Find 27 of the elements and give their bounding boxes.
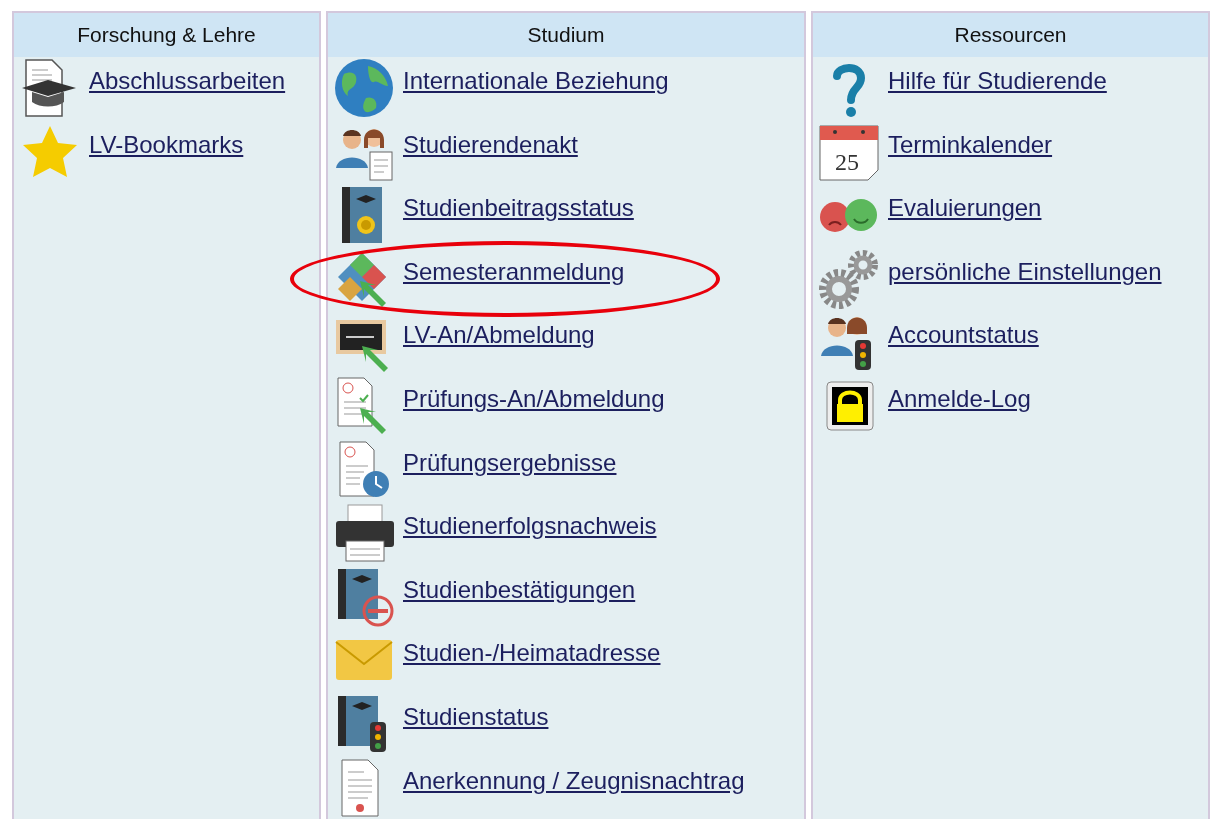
menu-link[interactable]: Hilfe für Studierende (888, 57, 1107, 95)
menu-link[interactable]: Studierendenakt (403, 120, 578, 159)
globe-icon (334, 58, 394, 118)
menu-link[interactable]: persönliche Einstellungen (888, 247, 1162, 286)
menu-link[interactable]: LV-Bookmarks (89, 120, 244, 159)
menu-link[interactable]: Abschlussarbeiten (89, 57, 286, 95)
menu-link[interactable]: Studien-/Heimatadresse (403, 629, 661, 668)
menu-link[interactable]: Evaluierungen (888, 184, 1042, 223)
menu-link[interactable]: Studienbestätigungen (403, 565, 636, 604)
menu-link[interactable]: Accountstatus (888, 311, 1039, 350)
printer-icon (334, 503, 394, 564)
menu-link[interactable]: Studienbeitragsstatus (403, 184, 634, 223)
column-header: Forschung & Lehre (14, 13, 319, 57)
menu-link[interactable]: Anmelde-Log (888, 374, 1031, 413)
column-header: Studium (328, 13, 804, 57)
column-header: Ressourcen (813, 13, 1208, 57)
menu-link[interactable]: Prüfungs-An/Abmeldung (403, 374, 665, 413)
menu-link[interactable]: Anerkennung / Zeugnisnachtrag (403, 756, 745, 795)
menu-link[interactable]: Terminkalender (888, 120, 1053, 159)
gears-icon (819, 248, 879, 309)
menu-link[interactable]: Studienerfolgsnachweis (403, 502, 657, 541)
menu-link[interactable]: Internationale Beziehung (403, 57, 669, 95)
menu-link[interactable]: Prüfungsergebnisse (403, 438, 617, 477)
menu-link[interactable]: Studienstatus (403, 692, 549, 731)
menu-link[interactable]: LV-An/Abmeldung (403, 311, 595, 350)
menu-link[interactable]: Semesteranmeldung (403, 247, 625, 286)
calendar-day: 25 (835, 148, 859, 175)
